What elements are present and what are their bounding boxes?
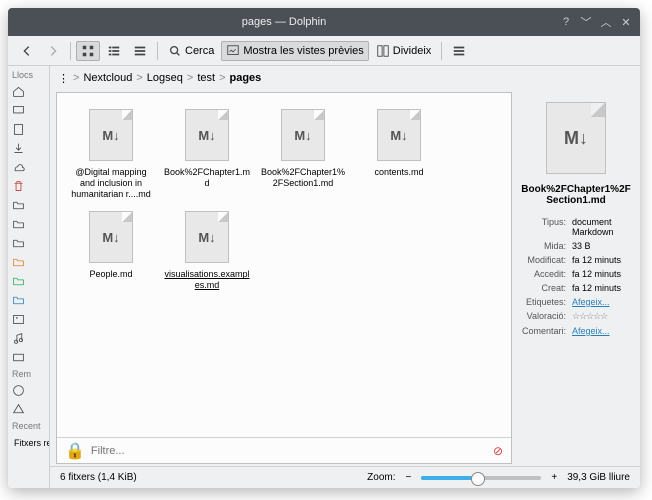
- search-label: Cerca: [185, 45, 214, 57]
- details-modified: fa 12 minuts: [570, 254, 632, 266]
- file-grid[interactable]: M↓@Digital mapping and inclusion in huma…: [57, 93, 511, 437]
- status-count: 6 fitxers (1,4 KiB): [60, 472, 137, 483]
- clear-filter-icon[interactable]: ⊘: [493, 444, 503, 458]
- markdown-file-icon: M↓: [546, 102, 606, 174]
- titlebar: pages — Dolphin ? ﹀ ︿ ✕: [8, 8, 640, 36]
- search-button[interactable]: Cerca: [163, 41, 219, 61]
- sidebar-item-videos[interactable]: [12, 349, 30, 366]
- markdown-file-icon: M↓: [281, 109, 325, 161]
- sidebar-item-downloads[interactable]: [12, 140, 30, 157]
- breadcrumb-dropdown[interactable]: ⋮: [58, 72, 69, 85]
- maximize-icon[interactable]: ︿: [598, 14, 614, 30]
- zoom-label: Zoom:: [367, 472, 395, 483]
- crumb-2[interactable]: test: [197, 72, 215, 84]
- sidebar-item-recent-files[interactable]: Fitxers recents: [12, 434, 45, 451]
- window-title: pages — Dolphin: [14, 16, 554, 28]
- file-item[interactable]: M↓Book%2FChapter1%2FSection1.md: [257, 105, 349, 203]
- file-item[interactable]: M↓People.md: [65, 207, 157, 295]
- file-view: M↓@Digital mapping and inclusion in huma…: [56, 92, 512, 464]
- close-icon[interactable]: ✕: [618, 14, 634, 30]
- sidebar-item-folder3[interactable]: [12, 235, 30, 252]
- sidebar-item-folder6[interactable]: [12, 292, 30, 309]
- file-item[interactable]: M↓visualisations.examples.md: [161, 207, 253, 295]
- back-button[interactable]: [15, 41, 39, 61]
- preview-button[interactable]: Mostra les vistes prèvies: [221, 41, 368, 61]
- details-filename: Book%2FChapter1%2FSection1.md: [518, 184, 634, 206]
- markdown-file-icon: M↓: [377, 109, 421, 161]
- sidebar-item-folder5[interactable]: [12, 273, 30, 290]
- file-item[interactable]: M↓contents.md: [353, 105, 445, 203]
- breadcrumb: ⋮ > Nextcloud > Logseq > test > pages: [50, 66, 640, 90]
- sidebar-item-trash[interactable]: [12, 178, 30, 195]
- details-created: fa 12 minuts: [570, 282, 632, 294]
- sidebar-item-drive[interactable]: [12, 401, 30, 418]
- zoom-slider[interactable]: [421, 476, 541, 480]
- split-label: Divideix: [393, 45, 432, 57]
- sidebar-item-network[interactable]: [12, 382, 30, 399]
- places-header: Llocs: [8, 68, 49, 82]
- sidebar-item-folder1[interactable]: [12, 197, 30, 214]
- details-view-button[interactable]: [128, 41, 152, 61]
- remote-header: Rem: [8, 367, 49, 381]
- sidebar-item-documents[interactable]: [12, 121, 30, 138]
- sidebar-item-folder4[interactable]: [12, 254, 30, 271]
- sidebar-item-music[interactable]: [12, 330, 30, 347]
- sidebar-item-cloud[interactable]: [12, 159, 30, 176]
- sidebar: Llocs Rem Recent Fitxers recents: [8, 66, 50, 488]
- file-item[interactable]: M↓@Digital mapping and inclusion in huma…: [65, 105, 157, 203]
- icon-view-button[interactable]: [76, 41, 100, 61]
- filter-bar: 🔒 ⊘: [57, 437, 511, 463]
- lock-icon: 🔒: [65, 441, 85, 461]
- menu-button[interactable]: [447, 41, 471, 61]
- zoom-out-icon[interactable]: −: [406, 472, 412, 483]
- help-icon[interactable]: ?: [558, 14, 574, 30]
- filter-input[interactable]: [91, 445, 487, 457]
- details-type: document Markdown: [570, 216, 632, 238]
- toolbar: Cerca Mostra les vistes prèvies Divideix: [8, 36, 640, 66]
- file-item[interactable]: M↓Book%2FChapter1.md: [161, 105, 253, 203]
- details-size: 33 B: [570, 240, 632, 252]
- crumb-0[interactable]: Nextcloud: [83, 72, 132, 84]
- markdown-file-icon: M↓: [185, 109, 229, 161]
- markdown-file-icon: M↓: [89, 109, 133, 161]
- rating-stars[interactable]: ☆☆☆☆☆: [570, 310, 632, 323]
- minimize-icon[interactable]: ﹀: [578, 14, 594, 30]
- markdown-file-icon: M↓: [185, 211, 229, 263]
- split-button[interactable]: Divideix: [371, 41, 437, 61]
- sidebar-item-home[interactable]: [12, 83, 30, 100]
- sidebar-item-folder2[interactable]: [12, 216, 30, 233]
- free-space: 39,3 GiB lliure: [567, 472, 630, 483]
- status-bar: 6 fitxers (1,4 KiB) Zoom: − + 39,3 GiB l…: [50, 466, 640, 488]
- sidebar-item-desktop[interactable]: [12, 102, 30, 119]
- add-tags-link[interactable]: Afegeix...: [572, 297, 610, 307]
- crumb-3[interactable]: pages: [230, 72, 262, 84]
- crumb-1[interactable]: Logseq: [147, 72, 183, 84]
- compact-view-button[interactable]: [102, 41, 126, 61]
- recent-header: Recent: [8, 419, 49, 433]
- details-panel: M↓ Book%2FChapter1%2FSection1.md Tipus:d…: [512, 90, 640, 466]
- details-accessed: fa 12 minuts: [570, 268, 632, 280]
- preview-label: Mostra les vistes prèvies: [243, 45, 363, 57]
- zoom-in-icon[interactable]: +: [551, 472, 557, 483]
- add-comment-link[interactable]: Afegeix...: [572, 326, 610, 336]
- sidebar-item-pictures[interactable]: [12, 311, 30, 328]
- forward-button[interactable]: [41, 41, 65, 61]
- markdown-file-icon: M↓: [89, 211, 133, 263]
